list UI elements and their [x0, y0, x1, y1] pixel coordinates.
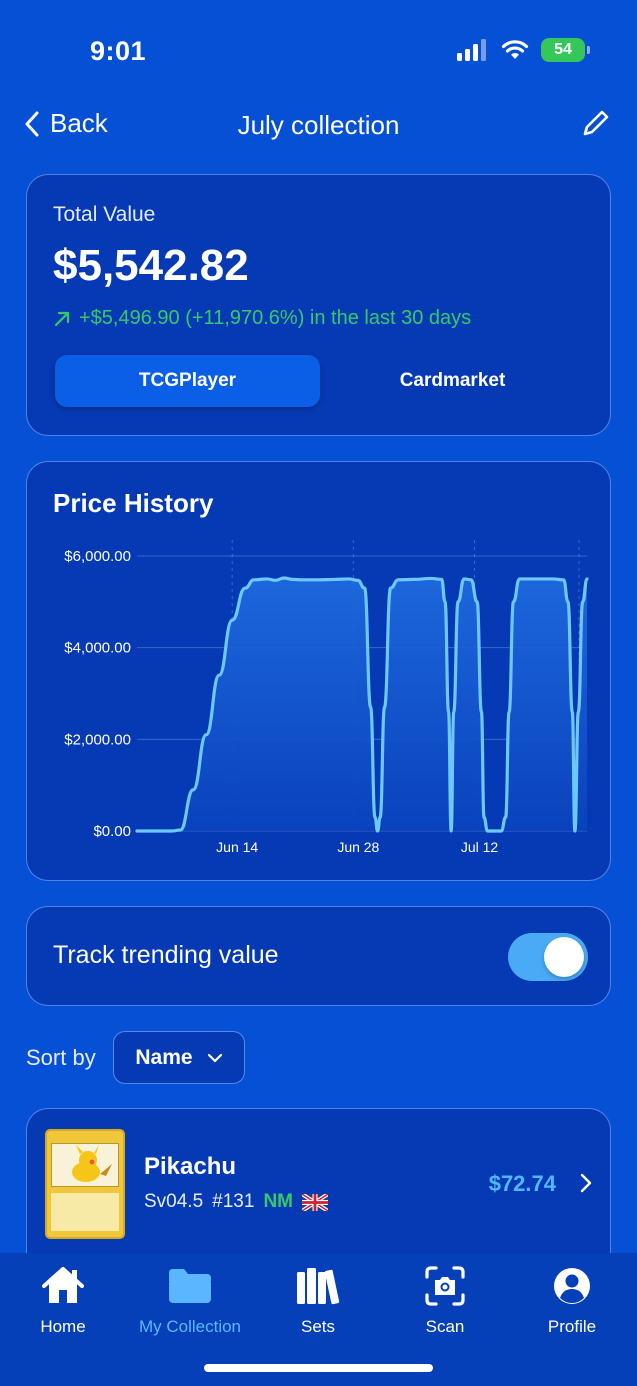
price-source-segmented-control: TCGPlayer Cardmarket [55, 355, 585, 407]
tab-cardmarket[interactable]: Cardmarket [320, 355, 585, 407]
price-area [137, 578, 587, 831]
x-tick-label: Jul 12 [461, 839, 499, 855]
tab-my-collection-label: My Collection [138, 1317, 242, 1336]
page-title: July collection [237, 110, 400, 140]
price-history-card: Price History $6,000.00 $4,000.00 $2,000.0… [26, 461, 611, 881]
y-tick-label: $6,000.00 [64, 548, 131, 565]
sort-label: Sort by [26, 1045, 96, 1070]
toggle-knob [544, 937, 584, 977]
sort-dropdown[interactable]: Name [113, 1031, 245, 1084]
battery-level: 54 [554, 41, 572, 58]
card-condition: NM [263, 1191, 293, 1212]
y-tick-label: $2,000.00 [64, 731, 131, 748]
tab-my-collection[interactable]: My Collection [130, 1263, 250, 1337]
card-name: Pikachu [144, 1153, 237, 1180]
total-value-amount: $5,542.82 [53, 241, 249, 290]
card-number: #131 [212, 1191, 255, 1212]
tab-profile-label: Profile [547, 1317, 597, 1336]
battery-indicator: 54 [541, 38, 590, 62]
wifi-icon [501, 40, 529, 59]
card-price: $72.74 [488, 1171, 556, 1196]
y-tick-label: $4,000.00 [64, 640, 131, 657]
edit-button[interactable] [581, 108, 611, 143]
person-circle-icon [554, 1268, 590, 1304]
track-trending-card: Track trending value [26, 906, 611, 1006]
track-trending-label: Track trending value [53, 941, 279, 969]
tab-profile[interactable]: Profile [512, 1263, 632, 1337]
track-trending-toggle[interactable] [508, 933, 588, 981]
y-tick-label: $0.00 [93, 823, 131, 840]
total-value-label: Total Value [53, 203, 156, 226]
tab-sets[interactable]: Sets [258, 1263, 378, 1337]
chevron-down-icon [207, 1053, 222, 1062]
cellular-signal-icon [457, 39, 486, 61]
status-bar: 9:01 54 [0, 0, 637, 100]
x-tick-label: Jun 28 [337, 839, 379, 855]
total-value-card: Total Value $5,542.82 +$5,496.90 (+11,97… [26, 174, 611, 436]
tab-scan-label: Scan [425, 1317, 465, 1336]
status-icons: 54 [457, 38, 590, 62]
home-indicator [204, 1364, 433, 1372]
camera-scan-icon [425, 1266, 465, 1306]
tab-home[interactable]: Home [3, 1263, 123, 1337]
tab-sets-label: Sets [300, 1317, 336, 1336]
house-icon [42, 1267, 84, 1303]
pencil-icon [583, 110, 609, 136]
card-image [45, 1129, 125, 1239]
navigation-bar: Back July collection [0, 100, 637, 152]
tab-scan[interactable]: Scan [385, 1263, 505, 1337]
folder-icon [169, 1269, 211, 1303]
status-time: 9:01 [90, 36, 147, 66]
card-text-area [51, 1193, 119, 1231]
card-set: Sv04.5 [144, 1191, 204, 1212]
arrow-up-right-icon [54, 311, 70, 326]
sort-value: Name [135, 1045, 193, 1069]
value-change: +$5,496.90 (+11,970.6%) in the last 30 d… [53, 307, 471, 330]
price-history-chart[interactable]: $6,000.00 $4,000.00 $2,000.00 $0.00 Jun 14 Ju… [27, 462, 612, 882]
tab-home-label: Home [40, 1317, 86, 1336]
card-meta: Sv04.5 #131 NM [144, 1191, 328, 1213]
card-art [51, 1143, 119, 1187]
uk-flag-icon [302, 1193, 328, 1211]
value-change-text: +$5,496.90 (+11,970.6%) in the last 30 d… [79, 307, 472, 329]
x-tick-label: Jun 14 [216, 839, 258, 855]
books-icon [297, 1268, 340, 1305]
tab-tcgplayer[interactable]: TCGPlayer [55, 355, 320, 407]
chevron-right-icon [580, 1173, 592, 1193]
